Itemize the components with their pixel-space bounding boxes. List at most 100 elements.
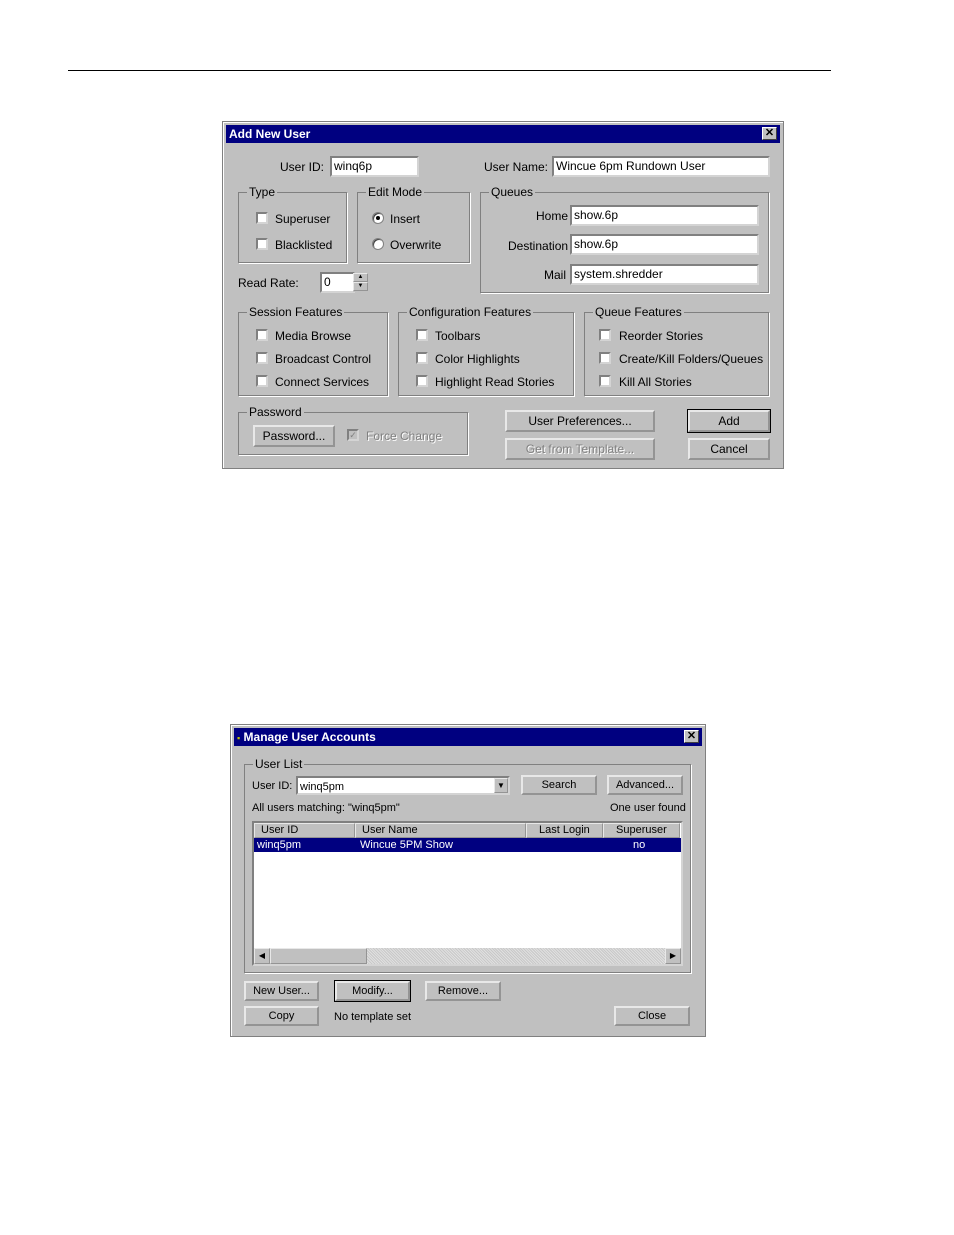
- spin-up-icon[interactable]: ▲: [353, 273, 368, 282]
- type-legend: Type: [247, 185, 278, 199]
- manage-user-accounts-dialog: ▪ Manage User Accounts ✕ User List User …: [230, 724, 706, 1037]
- queue-features-legend: Queue Features: [593, 305, 684, 319]
- insert-radio[interactable]: [372, 212, 384, 224]
- reorder-stories-label: Reorder Stories: [619, 329, 704, 343]
- destination-label: Destination: [508, 239, 569, 253]
- password-legend: Password: [247, 405, 304, 419]
- spin-down-icon[interactable]: ▼: [353, 282, 368, 291]
- blacklisted-checkbox[interactable]: [256, 238, 268, 250]
- config-features-legend: Configuration Features: [407, 305, 534, 319]
- media-browse-checkbox[interactable]: [256, 329, 268, 341]
- user-preferences-button[interactable]: User Preferences...: [505, 410, 655, 432]
- connect-services-checkbox[interactable]: [256, 375, 268, 387]
- edit-mode-group: Edit Mode Insert Overwrite: [357, 185, 470, 263]
- dialog-title: Add New User: [229, 127, 311, 141]
- modify-button[interactable]: Modify...: [334, 980, 411, 1002]
- highlight-read-stories-label: Highlight Read Stories: [435, 375, 555, 389]
- manage-title: Manage User Accounts: [243, 730, 376, 744]
- manage-user-id-label: User ID:: [252, 780, 293, 792]
- table-row[interactable]: winq5pm Wincue 5PM Show no: [254, 838, 681, 852]
- user-id-input[interactable]: winq6p: [330, 156, 419, 177]
- connect-services-label: Connect Services: [275, 375, 370, 389]
- found-text: One user found: [610, 802, 686, 814]
- row-user-name: Wincue 5PM Show: [360, 839, 453, 851]
- create-kill-folders-label: Create/Kill Folders/Queues: [619, 352, 764, 366]
- new-user-button[interactable]: New User...: [244, 981, 319, 1001]
- broadcast-control-checkbox[interactable]: [256, 352, 268, 364]
- scroll-thumb[interactable]: [270, 948, 367, 964]
- user-name-input[interactable]: Wincue 6pm Rundown User: [552, 156, 770, 177]
- advanced-button[interactable]: Advanced...: [607, 775, 683, 795]
- superuser-label: Superuser: [275, 212, 331, 226]
- edit-mode-legend: Edit Mode: [366, 185, 425, 199]
- manage-user-id-combobox[interactable]: winq5pm ▼: [296, 776, 510, 795]
- close-icon[interactable]: ✕: [684, 730, 699, 743]
- queue-features-group: Queue Features Reorder Stories Create/Ki…: [584, 305, 769, 396]
- chevron-down-icon[interactable]: ▼: [494, 778, 508, 793]
- get-from-template-button[interactable]: Get from Template...: [505, 438, 655, 460]
- destination-input[interactable]: show.6p: [570, 234, 759, 255]
- close-button[interactable]: Close: [614, 1006, 690, 1026]
- force-change-checkbox[interactable]: ✓: [347, 429, 359, 441]
- add-new-user-dialog: Add New User ✕ User ID: winq6p User Name…: [222, 121, 784, 469]
- color-highlights-checkbox[interactable]: [416, 352, 428, 364]
- password-button[interactable]: Password...: [253, 425, 335, 447]
- password-group: Password Password... ✓ Force Change: [238, 405, 468, 455]
- close-icon[interactable]: ✕: [762, 127, 777, 140]
- template-status: No template set: [334, 1011, 412, 1023]
- column-header-user-id[interactable]: User ID: [254, 823, 355, 838]
- add-button[interactable]: Add: [687, 409, 771, 433]
- home-label: Home: [536, 209, 569, 223]
- blacklisted-label: Blacklisted: [275, 238, 333, 252]
- matching-text: All users matching: "winq5pm": [252, 802, 400, 814]
- type-group: Type Superuser Blacklisted: [238, 185, 347, 263]
- app-icon: ▪: [237, 733, 241, 743]
- queues-legend: Queues: [489, 185, 536, 199]
- column-header-user-name[interactable]: User Name: [355, 823, 526, 838]
- user-id-label: User ID:: [280, 160, 325, 174]
- read-rate-spinner[interactable]: ▲ ▼: [353, 273, 368, 292]
- force-change-label: Force Change: [366, 429, 443, 443]
- user-list-group: User List User ID: winq5pm ▼ Search Adva…: [244, 757, 691, 973]
- column-header-last-login[interactable]: Last Login: [526, 823, 603, 838]
- mail-label: Mail: [544, 268, 567, 282]
- column-header-superuser[interactable]: Superuser: [603, 823, 680, 838]
- scroll-right-icon[interactable]: ▶: [665, 948, 681, 964]
- toolbars-checkbox[interactable]: [416, 329, 428, 341]
- reorder-stories-checkbox[interactable]: [599, 329, 611, 341]
- mail-input[interactable]: system.shredder: [570, 264, 759, 285]
- overwrite-label: Overwrite: [390, 238, 442, 252]
- home-input[interactable]: show.6p: [570, 205, 759, 226]
- session-features-group: Session Features Media Browse Broadcast …: [238, 305, 388, 396]
- horizontal-scrollbar[interactable]: ◀ ▶: [254, 948, 681, 964]
- row-superuser: no: [633, 839, 646, 851]
- dialog-title-bar[interactable]: Add New User ✕: [226, 125, 780, 143]
- superuser-checkbox[interactable]: [256, 212, 268, 224]
- toolbars-label: Toolbars: [435, 329, 481, 343]
- insert-label: Insert: [390, 212, 421, 226]
- read-rate-label: Read Rate:: [238, 276, 299, 290]
- session-features-legend: Session Features: [247, 305, 345, 319]
- read-rate-input[interactable]: 0: [320, 272, 355, 293]
- search-button[interactable]: Search: [521, 775, 597, 795]
- kill-all-stories-checkbox[interactable]: [599, 375, 611, 387]
- user-table: User ID User Name Last Login Superuser w…: [252, 821, 683, 966]
- user-name-label: User Name:: [484, 160, 549, 174]
- queues-group: Queues Home show.6p Destination show.6p …: [480, 185, 769, 293]
- scroll-left-icon[interactable]: ◀: [254, 948, 270, 964]
- broadcast-control-label: Broadcast Control: [275, 352, 372, 366]
- kill-all-stories-label: Kill All Stories: [619, 375, 692, 389]
- create-kill-folders-checkbox[interactable]: [599, 352, 611, 364]
- media-browse-label: Media Browse: [275, 329, 352, 343]
- manage-user-id-value: winq5pm: [300, 781, 345, 793]
- user-list-legend: User List: [253, 757, 305, 771]
- page-rule: [68, 70, 831, 71]
- remove-button[interactable]: Remove...: [425, 981, 501, 1001]
- overwrite-radio[interactable]: [372, 238, 384, 250]
- manage-title-bar[interactable]: ▪ Manage User Accounts ✕: [234, 728, 702, 746]
- color-highlights-label: Color Highlights: [435, 352, 520, 366]
- highlight-read-stories-checkbox[interactable]: [416, 375, 428, 387]
- cancel-button[interactable]: Cancel: [688, 438, 770, 460]
- copy-button[interactable]: Copy: [244, 1006, 319, 1026]
- row-user-id: winq5pm: [257, 839, 302, 851]
